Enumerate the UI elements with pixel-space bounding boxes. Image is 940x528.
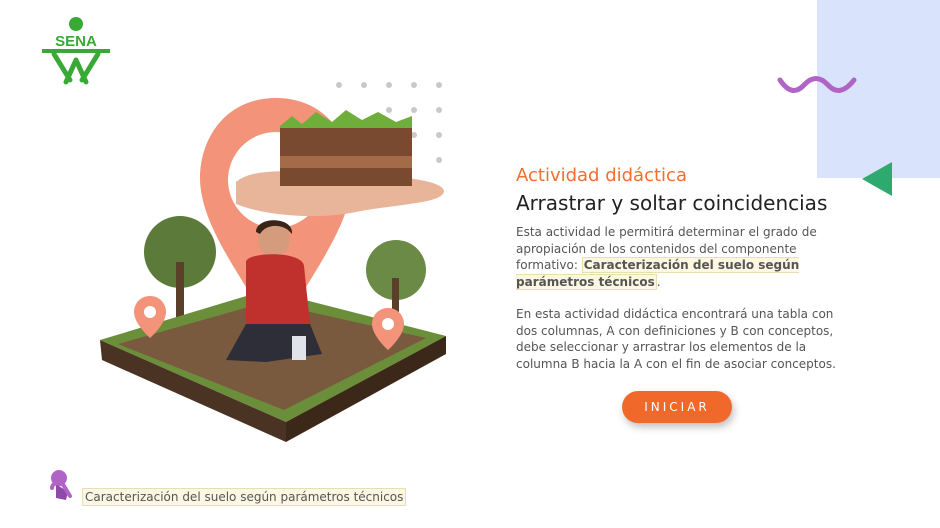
activity-kicker: Actividad didáctica bbox=[516, 165, 687, 186]
svg-text:SENA: SENA bbox=[55, 33, 97, 50]
wave-decoration bbox=[777, 76, 857, 93]
activity-title: Arrastrar y soltar coincidencias bbox=[516, 191, 828, 215]
activity-intro: Esta actividad le permitirá determinar e… bbox=[516, 224, 856, 290]
activity-content: Actividad didáctica Arrastrar y soltar c… bbox=[516, 164, 856, 372]
footer-topic-label[interactable]: Caracterización del suelo según parámetr… bbox=[82, 488, 407, 506]
triangle-decoration bbox=[862, 162, 892, 196]
sena-logo: SENA bbox=[42, 17, 110, 85]
start-button[interactable]: INICIAR bbox=[622, 391, 732, 423]
activity-instructions: En esta actividad didáctica encontrará u… bbox=[516, 307, 836, 371]
hand-pointer-icon[interactable] bbox=[48, 468, 76, 502]
soil-illustration bbox=[100, 98, 446, 442]
intro-end: . bbox=[656, 274, 661, 289]
